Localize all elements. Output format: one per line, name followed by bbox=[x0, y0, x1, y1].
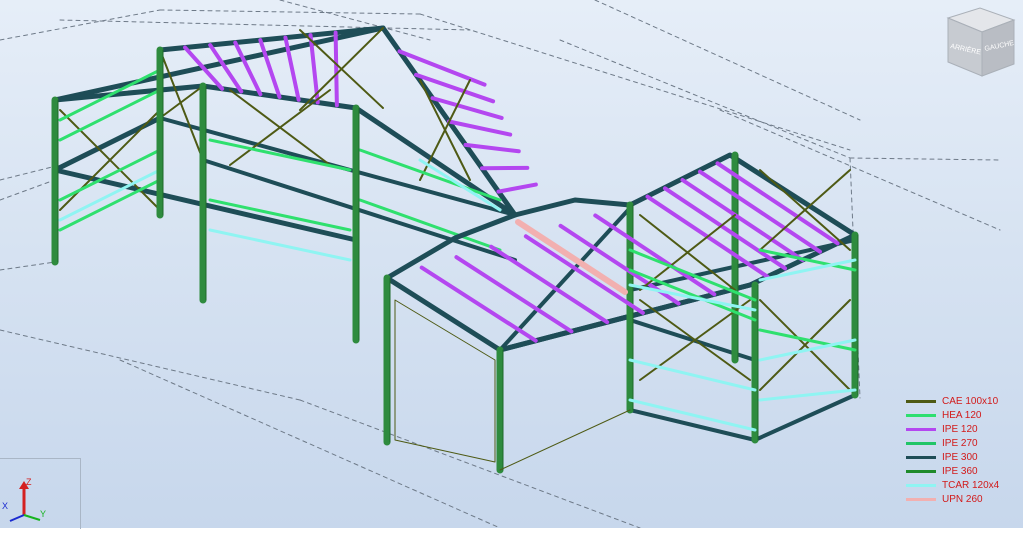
legend-swatch bbox=[906, 400, 936, 403]
construction-grid-line bbox=[560, 40, 850, 158]
legend-item-ipe-360[interactable]: IPE 360 bbox=[906, 464, 1018, 478]
construction-grid-line bbox=[595, 0, 860, 120]
side-rail bbox=[360, 200, 500, 250]
rafter bbox=[160, 28, 383, 50]
wall-sill bbox=[760, 390, 855, 400]
legend-swatch bbox=[906, 428, 936, 431]
roof-purlin bbox=[210, 45, 241, 91]
structure-viewport[interactable]: ARRIÈRE GAUCHE Z X Y CAE 100x10 HEA 120 … bbox=[0, 0, 1023, 528]
construction-grid-line bbox=[300, 400, 640, 528]
x-axis-label: X bbox=[2, 501, 8, 511]
legend-label: TCAR 120x4 bbox=[942, 480, 999, 491]
construction-grid-line bbox=[0, 330, 300, 400]
legend-item-cae-100x10[interactable]: CAE 100x10 bbox=[906, 394, 1018, 408]
roof-purlin bbox=[499, 185, 536, 192]
legend-label: IPE 300 bbox=[942, 452, 978, 463]
construction-grid-line bbox=[0, 165, 60, 180]
legend-label: IPE 270 bbox=[942, 438, 978, 449]
legend-item-tcar-120x4[interactable]: TCAR 120x4 bbox=[906, 478, 1018, 492]
construction-grid-line bbox=[0, 262, 55, 270]
legend-swatch bbox=[906, 442, 936, 445]
rafter bbox=[356, 108, 515, 215]
roof-purlin bbox=[336, 33, 337, 106]
x-axis-arrow bbox=[10, 515, 24, 521]
view-cube[interactable]: ARRIÈRE GAUCHE bbox=[942, 6, 1018, 78]
section-legend: CAE 100x10 HEA 120 IPE 120 IPE 270 IPE 3… bbox=[906, 394, 1018, 506]
legend-label: IPE 120 bbox=[942, 424, 978, 435]
legend-item-ipe-300[interactable]: IPE 300 bbox=[906, 450, 1018, 464]
legend-swatch bbox=[906, 456, 936, 459]
legend-label: UPN 260 bbox=[942, 494, 983, 505]
structural-model-3d-view[interactable] bbox=[0, 0, 1023, 528]
legend-item-ipe-120[interactable]: IPE 120 bbox=[906, 422, 1018, 436]
legend-swatch bbox=[906, 484, 936, 487]
y-axis-label: Y bbox=[40, 509, 46, 519]
legend-item-upn-260[interactable]: UPN 260 bbox=[906, 492, 1018, 506]
legend-label: IPE 360 bbox=[942, 466, 978, 477]
side-rail bbox=[210, 200, 350, 230]
roof-purlin bbox=[422, 268, 536, 341]
legend-swatch bbox=[906, 498, 936, 501]
legend-swatch bbox=[906, 470, 936, 473]
legend-item-ipe-270[interactable]: IPE 270 bbox=[906, 436, 1018, 450]
wall-sill bbox=[630, 360, 755, 390]
construction-grid-line bbox=[0, 10, 160, 40]
legend-label: CAE 100x10 bbox=[942, 396, 998, 407]
z-axis-label: Z bbox=[26, 477, 32, 487]
roof-purlin bbox=[466, 145, 519, 151]
construction-grid-line bbox=[160, 10, 420, 14]
legend-item-hea-120[interactable]: HEA 120 bbox=[906, 408, 1018, 422]
roof-purlin bbox=[491, 247, 607, 322]
axis-triad: Z X Y bbox=[0, 458, 81, 529]
legend-swatch bbox=[906, 414, 936, 417]
door-frame bbox=[395, 440, 495, 462]
construction-grid-line bbox=[60, 20, 470, 30]
legend-label: HEA 120 bbox=[942, 410, 981, 421]
construction-grid-line bbox=[120, 360, 500, 528]
roof-purlin bbox=[456, 257, 571, 331]
door-frame bbox=[395, 300, 495, 462]
side-rail bbox=[60, 180, 160, 230]
construction-grid-line bbox=[850, 158, 1000, 160]
roof-purlin bbox=[260, 40, 279, 97]
ground-line bbox=[500, 410, 630, 470]
y-axis-arrow bbox=[24, 515, 40, 520]
construction-grid-line bbox=[0, 178, 60, 200]
